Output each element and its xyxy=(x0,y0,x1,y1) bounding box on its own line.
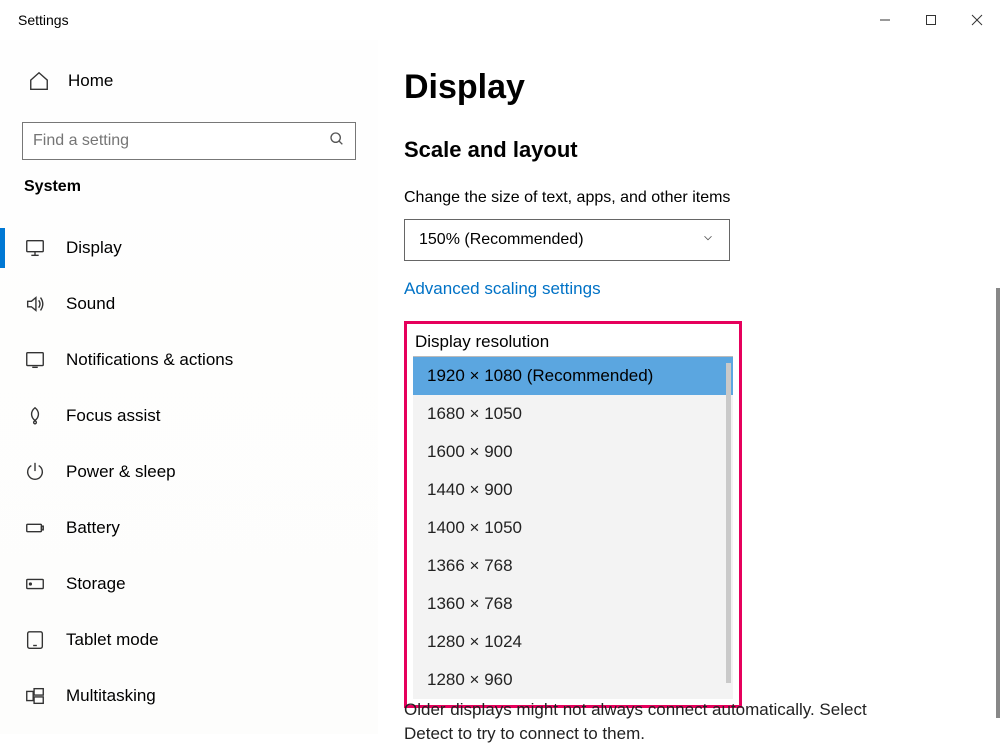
sidebar-item-label: Power & sleep xyxy=(66,462,176,482)
scale-label: Change the size of text, apps, and other… xyxy=(404,189,960,207)
sidebar-item-notifications[interactable]: Notifications & actions xyxy=(0,332,378,388)
search-icon xyxy=(329,131,345,151)
sidebar-item-label: Tablet mode xyxy=(66,630,159,650)
sidebar-item-display[interactable]: Display xyxy=(0,220,378,276)
home-icon xyxy=(28,70,50,92)
resolution-option[interactable]: 1280 × 1024 xyxy=(413,623,733,661)
close-button[interactable] xyxy=(954,0,1000,40)
detect-hint-text: Older displays might not always connect … xyxy=(404,698,964,746)
search-box[interactable] xyxy=(22,122,356,160)
multitasking-icon xyxy=(24,685,46,707)
sidebar-item-label: Focus assist xyxy=(66,406,160,426)
chevron-down-icon xyxy=(701,231,715,250)
resolution-option[interactable]: 1600 × 900 xyxy=(413,433,733,471)
scale-value: 150% (Recommended) xyxy=(419,231,584,249)
scrollbar[interactable] xyxy=(726,363,731,683)
titlebar: Settings xyxy=(0,0,1000,40)
sidebar-item-label: Storage xyxy=(66,574,126,594)
resolution-option[interactable]: 1280 × 960 xyxy=(413,661,733,699)
resolution-option[interactable]: 1366 × 768 xyxy=(413,547,733,585)
storage-icon xyxy=(24,573,46,595)
resolution-highlight-box: Display resolution 1920 × 1080 (Recommen… xyxy=(404,321,742,708)
advanced-scaling-link[interactable]: Advanced scaling settings xyxy=(404,279,601,299)
sidebar-item-label: Sound xyxy=(66,294,115,314)
sidebar: Home System Display Sound Notifications & … xyxy=(0,40,378,734)
resolution-option[interactable]: 1360 × 768 xyxy=(413,585,733,623)
sidebar-item-storage[interactable]: Storage xyxy=(0,556,378,612)
window-controls xyxy=(862,0,1000,40)
resolution-option[interactable]: 1440 × 900 xyxy=(413,471,733,509)
display-icon xyxy=(24,237,46,259)
sidebar-nav-list: Display Sound Notifications & actions Focus… xyxy=(0,220,378,724)
resolution-option[interactable]: 1400 × 1050 xyxy=(413,509,733,547)
focus-icon xyxy=(24,405,46,427)
sidebar-item-label: Display xyxy=(66,238,122,258)
sound-icon xyxy=(24,293,46,315)
home-label: Home xyxy=(68,71,113,91)
scale-dropdown[interactable]: 150% (Recommended) xyxy=(404,219,730,261)
sidebar-item-label: Battery xyxy=(66,518,120,538)
notifications-icon xyxy=(24,349,46,371)
search-input[interactable] xyxy=(33,132,329,150)
sidebar-item-battery[interactable]: Battery xyxy=(0,500,378,556)
sidebar-item-power[interactable]: Power & sleep xyxy=(0,444,378,500)
minimize-button[interactable] xyxy=(862,0,908,40)
home-nav[interactable]: Home xyxy=(0,60,378,102)
sidebar-group-label: System xyxy=(0,178,378,196)
battery-icon xyxy=(24,517,46,539)
sidebar-item-label: Notifications & actions xyxy=(66,350,233,370)
resolution-option[interactable]: 1920 × 1080 (Recommended) xyxy=(413,357,733,395)
page-scrollbar[interactable] xyxy=(996,288,1000,718)
sidebar-item-tablet[interactable]: Tablet mode xyxy=(0,612,378,668)
sidebar-item-focus[interactable]: Focus assist xyxy=(0,388,378,444)
tablet-icon xyxy=(24,629,46,651)
resolution-option[interactable]: 1680 × 1050 xyxy=(413,395,733,433)
window-title: Settings xyxy=(18,12,69,28)
sidebar-item-sound[interactable]: Sound xyxy=(0,276,378,332)
power-icon xyxy=(24,461,46,483)
main-content: Display Scale and layout Change the size… xyxy=(378,40,1000,734)
resolution-dropdown-list[interactable]: 1920 × 1080 (Recommended)1680 × 10501600… xyxy=(413,356,733,699)
page-title: Display xyxy=(404,68,960,107)
sidebar-item-label: Multitasking xyxy=(66,686,156,706)
maximize-button[interactable] xyxy=(908,0,954,40)
resolution-label: Display resolution xyxy=(413,330,733,356)
sidebar-item-multitasking[interactable]: Multitasking xyxy=(0,668,378,724)
section-title: Scale and layout xyxy=(404,137,960,163)
